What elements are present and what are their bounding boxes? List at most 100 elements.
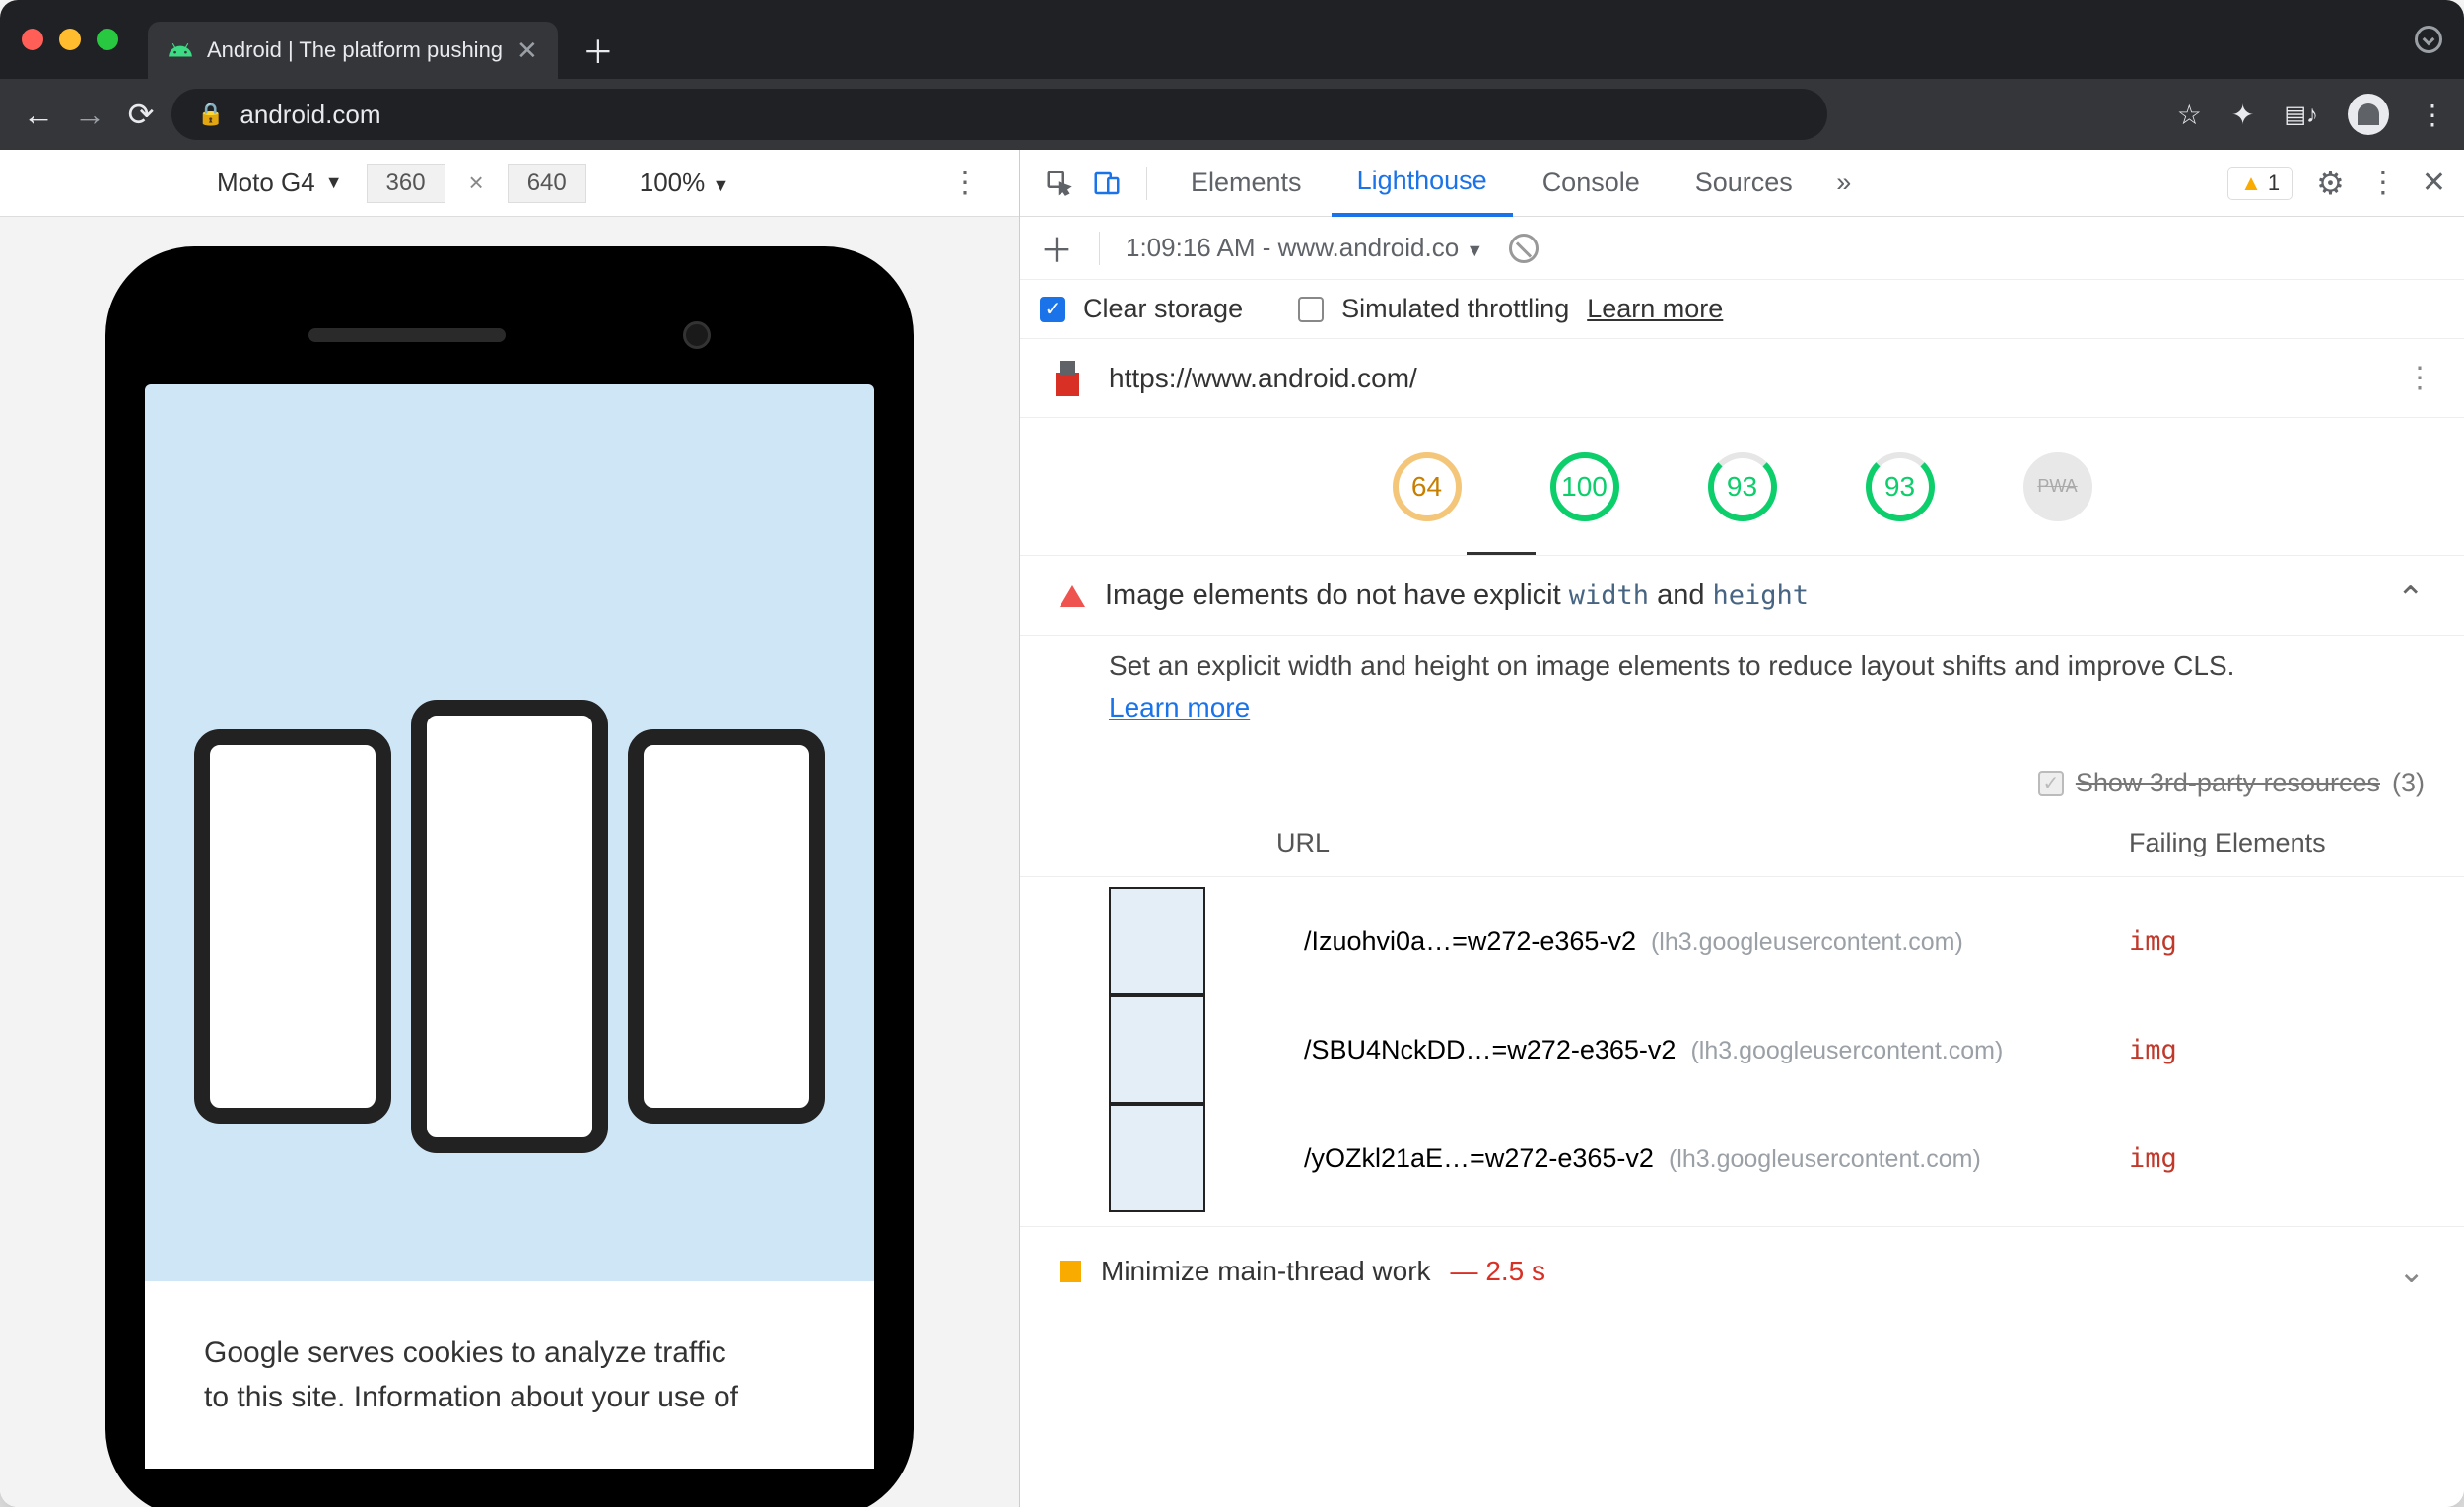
screenshot-card	[411, 700, 608, 1153]
media-control-icon[interactable]: ▤♪	[2284, 101, 2318, 129]
chevron-down-icon: ⌄	[2398, 1253, 2425, 1290]
devtools-menu-icon[interactable]: ⋮	[2368, 166, 2398, 200]
third-party-toggle: ✓ Show 3rd-party resources (3)	[1020, 756, 2464, 806]
clear-report-icon[interactable]	[1509, 234, 1539, 263]
divider	[1146, 167, 1147, 200]
phone-camera	[683, 321, 711, 349]
tab-close-icon[interactable]: ✕	[516, 35, 538, 66]
warnings-badge[interactable]: ▲ 1	[2227, 167, 2293, 200]
clear-storage-checkbox[interactable]: ✓	[1040, 297, 1065, 322]
score-accessibility[interactable]: 100	[1550, 452, 1619, 521]
audit-next-title: Minimize main-thread work	[1101, 1256, 1431, 1287]
clear-storage-label: Clear storage	[1083, 294, 1243, 324]
settings-gear-icon[interactable]: ⚙	[2316, 165, 2345, 202]
simulated-throttling-label: Simulated throttling	[1341, 294, 1569, 324]
traffic-lights	[22, 29, 118, 50]
device-toggle-icon[interactable]	[1085, 162, 1129, 205]
zoom-selector[interactable]: 100% ▼	[640, 168, 730, 198]
screenshot-card	[194, 729, 391, 1124]
fail-triangle-icon	[1060, 585, 1085, 607]
audited-url: https://www.android.com/	[1109, 363, 1417, 394]
phone-speaker	[308, 328, 506, 342]
bookmark-star-icon[interactable]: ☆	[2177, 99, 2202, 131]
active-score-indicator	[1467, 552, 1536, 555]
forward-button[interactable]: →	[69, 97, 110, 133]
score-pwa[interactable]: PWA	[2023, 452, 2092, 521]
table-row: /Izuohvi0a…=w272-e365-v2 (lh3.googleuser…	[1304, 887, 2425, 995]
dimension-x: ×	[469, 168, 484, 198]
new-tab-button[interactable]: ＋	[582, 28, 614, 73]
thumbnail	[1109, 887, 1205, 995]
android-icon	[168, 37, 193, 63]
lighthouse-toolbar: ＋ 1:09:16 AM - www.android.co ▼	[1020, 217, 2464, 280]
simulated-throttling-checkbox[interactable]: ✓	[1298, 297, 1324, 322]
window-maximize-button[interactable]	[97, 29, 118, 50]
learn-more-link[interactable]: Learn more	[1109, 692, 1250, 722]
device-preview: Google serves cookies to analyze traffic…	[0, 217, 1019, 1507]
warn-square-icon	[1060, 1261, 1081, 1282]
column-failing: Failing Elements	[2129, 828, 2425, 858]
window-close-button[interactable]	[22, 29, 43, 50]
tab-console[interactable]: Console	[1517, 150, 1666, 217]
phone-frame: Google serves cookies to analyze traffic…	[105, 246, 914, 1507]
reload-button[interactable]: ⟳	[120, 96, 162, 133]
chevron-down-circle-icon[interactable]	[2415, 26, 2442, 53]
more-tabs-icon[interactable]: »	[1822, 162, 1866, 205]
url-field[interactable]: 🔒 android.com	[171, 89, 1827, 140]
chevron-up-icon[interactable]: ⌃	[2397, 580, 2426, 619]
new-report-button[interactable]: ＋	[1040, 224, 1073, 272]
third-party-label: Show 3rd-party resources	[2076, 768, 2380, 798]
inspect-icon[interactable]	[1038, 162, 1081, 205]
warning-icon: ▲	[2240, 171, 2262, 196]
phone-screen[interactable]: Google serves cookies to analyze traffic…	[145, 384, 874, 1469]
viewport-height-input[interactable]	[508, 164, 586, 203]
audit-header[interactable]: Image elements do not have explicit widt…	[1020, 556, 2464, 636]
lighthouse-url-row: https://www.android.com/ ⋮	[1020, 339, 2464, 418]
back-button[interactable]: ←	[18, 97, 59, 133]
address-bar: ← → ⟳ 🔒 android.com ☆ ✦ ▤♪ ⋮	[0, 79, 2464, 150]
viewport-width-input[interactable]	[367, 164, 445, 203]
device-toolbar-more-icon[interactable]: ⋮	[950, 166, 980, 200]
caret-down-icon: ▼	[325, 172, 343, 193]
audit-table-header: URL Failing Elements	[1020, 806, 2464, 877]
lock-icon: 🔒	[197, 102, 224, 127]
report-menu-icon[interactable]: ⋮	[2405, 361, 2434, 395]
device-selector[interactable]: Moto G4 ▼	[217, 168, 343, 198]
window-titlebar: Android | The platform pushing ✕ ＋	[0, 0, 2464, 79]
thumbnail	[1109, 1104, 1205, 1212]
score-performance[interactable]: 64	[1393, 452, 1462, 521]
tab-lighthouse[interactable]: Lighthouse	[1332, 150, 1513, 217]
chrome-menu-icon[interactable]: ⋮	[2419, 99, 2446, 131]
extensions-icon[interactable]: ✦	[2231, 99, 2254, 131]
divider	[1099, 232, 1100, 265]
column-url: URL	[1276, 828, 2129, 858]
tab-sources[interactable]: Sources	[1670, 150, 1818, 217]
table-row: /yOZkl21aE…=w272-e365-v2 (lh3.googleuser…	[1304, 1104, 2425, 1212]
audit-table-body: /Izuohvi0a…=w272-e365-v2 (lh3.googleuser…	[1020, 877, 2464, 1226]
third-party-checkbox[interactable]: ✓	[2038, 771, 2064, 796]
report-selector[interactable]: 1:09:16 AM - www.android.co ▼	[1126, 233, 1483, 263]
caret-down-icon: ▼	[712, 175, 729, 195]
cookie-notice: Google serves cookies to analyze traffic…	[145, 1281, 874, 1469]
device-toolbar: Moto G4 ▼ × 100% ▼ ⋮	[0, 150, 1019, 217]
learn-more-link[interactable]: Learn more	[1587, 294, 1723, 324]
score-best-practices[interactable]: 93	[1708, 452, 1777, 521]
browser-tab[interactable]: Android | The platform pushing ✕	[148, 22, 558, 79]
audit-row-collapsed[interactable]: Minimize main-thread work — 2.5 s ⌄	[1020, 1226, 2464, 1316]
window-minimize-button[interactable]	[59, 29, 81, 50]
profile-avatar[interactable]	[2348, 94, 2389, 135]
lighthouse-options: ✓ Clear storage ✓ Simulated throttling L…	[1020, 280, 2464, 339]
audit-description: Set an explicit width and height on imag…	[1020, 636, 2464, 756]
tab-elements[interactable]: Elements	[1165, 150, 1328, 217]
score-seo[interactable]: 93	[1866, 452, 1935, 521]
tab-title: Android | The platform pushing	[207, 37, 503, 63]
screenshot-card	[628, 729, 825, 1124]
caret-down-icon: ▼	[1466, 240, 1483, 260]
score-gauges: 64 100 93 93 PWA	[1020, 418, 2464, 556]
devtools-close-icon[interactable]: ✕	[2422, 166, 2446, 200]
audit-next-metric: — 2.5 s	[1451, 1256, 1545, 1287]
audit-title: Image elements do not have explicit widt…	[1105, 580, 2377, 612]
table-row: /SBU4NckDD…=w272-e365-v2 (lh3.googleuser…	[1304, 995, 2425, 1104]
devtools-tabbar: Elements Lighthouse Console Sources » ▲ …	[1020, 150, 2464, 217]
thumbnail	[1109, 995, 1205, 1104]
